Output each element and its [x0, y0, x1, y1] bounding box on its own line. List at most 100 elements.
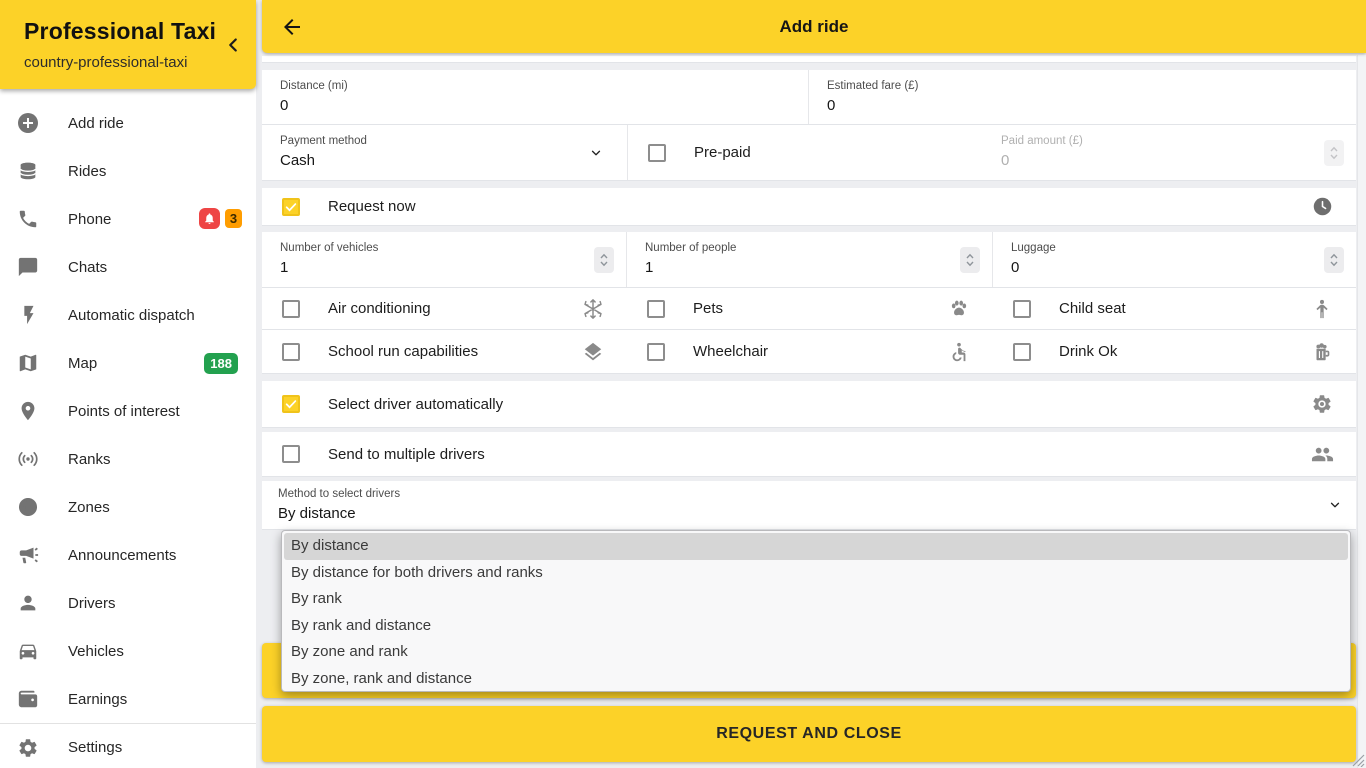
sidebar-item-announcements[interactable]: Announcements — [0, 531, 256, 579]
back-button[interactable] — [262, 0, 322, 53]
sidebar-item-label: Earnings — [68, 691, 127, 708]
auto-gear-icon — [1310, 392, 1334, 416]
distance-input[interactable]: 0 — [280, 97, 808, 114]
school-run-label: School run capabilities — [328, 343, 478, 360]
request-now-checkbox[interactable] — [282, 198, 300, 216]
estimated-fare-input[interactable]: 0 — [827, 97, 1356, 114]
beer-icon — [1310, 340, 1334, 364]
number-of-vehicles-stepper[interactable] — [594, 247, 614, 273]
sidebar-item-settings[interactable]: Settings — [0, 723, 256, 768]
add-circle-icon — [16, 111, 40, 135]
sidebar-item-drivers[interactable]: Drivers — [0, 579, 256, 627]
vertical-scrollbar[interactable] — [1357, 55, 1366, 768]
sidebar-item-automatic-dispatch[interactable]: Automatic dispatch — [0, 291, 256, 339]
number-of-vehicles-field[interactable]: Number of vehicles 1 — [262, 232, 627, 287]
number-of-people-field[interactable]: Number of people 1 — [627, 232, 993, 287]
sidebar-item-label: Phone — [68, 211, 111, 228]
chevron-down-icon — [1328, 498, 1342, 517]
sidebar-item-label: Points of interest — [68, 403, 180, 420]
send-to-multiple-drivers-checkbox[interactable] — [282, 445, 300, 463]
luggage-stepper[interactable] — [1324, 247, 1344, 273]
pre-paid-checkbox[interactable] — [648, 144, 666, 162]
luggage-field[interactable]: Luggage 0 — [993, 232, 1356, 287]
dropdown-option-by-distance-both[interactable]: By distance for both drivers and ranks — [282, 560, 1350, 587]
air-conditioning-label: Air conditioning — [328, 300, 431, 317]
payment-method-select[interactable]: Payment method Cash — [262, 125, 628, 180]
dropdown-option-by-zone-rank-distance[interactable]: By zone, rank and distance — [282, 666, 1350, 693]
pets-option: Pets — [627, 288, 993, 329]
scrolled-row-stub — [262, 56, 1356, 63]
pets-label: Pets — [693, 300, 723, 317]
sidebar-item-ranks[interactable]: Ranks — [0, 435, 256, 483]
bell-icon — [203, 212, 216, 225]
select-driver-automatically-checkbox[interactable] — [282, 395, 300, 413]
car-icon — [16, 639, 40, 663]
wheelchair-checkbox[interactable] — [647, 343, 665, 361]
luggage-input[interactable]: 0 — [1011, 259, 1356, 276]
row-options-1: Air conditioning Pets Child seat — [262, 288, 1356, 330]
sidebar-item-label: Zones — [68, 499, 110, 516]
sidebar-item-earnings[interactable]: Earnings — [0, 675, 256, 723]
distance-label: Distance (mi) — [280, 80, 808, 92]
air-conditioning-option: Air conditioning — [262, 288, 627, 329]
app-subtitle: country-professional-taxi — [24, 54, 187, 71]
request-and-close-button[interactable]: REQUEST AND CLOSE — [262, 706, 1356, 762]
child-seat-label: Child seat — [1059, 300, 1126, 317]
drink-ok-option: Drink Ok — [993, 330, 1356, 373]
drink-ok-checkbox[interactable] — [1013, 343, 1031, 361]
pre-paid-field: Pre-paid — [628, 125, 983, 180]
phone-count-badge: 3 — [225, 209, 242, 228]
method-label: Method to select drivers — [278, 488, 1356, 500]
dropdown-option-by-rank-and-distance[interactable]: By rank and distance — [282, 613, 1350, 640]
sidebar-item-label: Drivers — [68, 595, 116, 612]
dropdown-option-by-distance[interactable]: By distance — [284, 533, 1348, 560]
sidebar-item-points-of-interest[interactable]: Points of interest — [0, 387, 256, 435]
paid-amount-stepper — [1324, 140, 1344, 166]
estimated-fare-field[interactable]: Estimated fare (£) 0 — [809, 70, 1356, 124]
number-of-people-stepper[interactable] — [960, 247, 980, 273]
distance-field[interactable]: Distance (mi) 0 — [262, 70, 809, 124]
row-select-driver-auto: Select driver automatically — [262, 381, 1356, 428]
pets-checkbox[interactable] — [647, 300, 665, 318]
paid-amount-field: Paid amount (£) 0 — [983, 125, 1356, 180]
sidebar-nav: Add ride Rides Phone 3 Chats Automatic d… — [0, 99, 256, 768]
air-conditioning-checkbox[interactable] — [282, 300, 300, 318]
group-icon — [1310, 442, 1334, 466]
child-seat-checkbox[interactable] — [1013, 300, 1031, 318]
sidebar-item-vehicles[interactable]: Vehicles — [0, 627, 256, 675]
school-run-checkbox[interactable] — [282, 343, 300, 361]
sidebar-item-rides[interactable]: Rides — [0, 147, 256, 195]
sidebar-header: Professional Taxi country-professional-t… — [0, 0, 256, 89]
child-icon — [1310, 297, 1334, 321]
method-to-select-drivers-select[interactable]: Method to select drivers By distance — [262, 481, 1356, 530]
dropdown-option-by-zone-and-rank[interactable]: By zone and rank — [282, 639, 1350, 666]
sidebar-item-chats[interactable]: Chats — [0, 243, 256, 291]
location-pin-icon — [16, 399, 40, 423]
sidebar-item-map[interactable]: Map 188 — [0, 339, 256, 387]
number-of-vehicles-input[interactable]: 1 — [280, 259, 626, 276]
pre-paid-label: Pre-paid — [694, 144, 751, 161]
globe-icon — [16, 495, 40, 519]
bolt-icon — [16, 303, 40, 327]
sidebar-item-zones[interactable]: Zones — [0, 483, 256, 531]
sidebar-item-label: Vehicles — [68, 643, 124, 660]
notification-bell-badge — [199, 208, 220, 229]
resize-grip-icon[interactable] — [1347, 749, 1365, 767]
sidebar-item-add-ride[interactable]: Add ride — [0, 99, 256, 147]
payment-method-label: Payment method — [280, 135, 627, 147]
drink-ok-label: Drink Ok — [1059, 343, 1117, 360]
number-of-vehicles-label: Number of vehicles — [280, 242, 626, 254]
chat-icon — [16, 255, 40, 279]
sidebar-item-phone[interactable]: Phone 3 — [0, 195, 256, 243]
paw-icon — [947, 297, 971, 321]
arrow-left-icon — [280, 15, 304, 39]
sidebar-item-label: Chats — [68, 259, 107, 276]
database-icon — [16, 159, 40, 183]
number-of-people-input[interactable]: 1 — [645, 259, 992, 276]
phone-icon — [16, 207, 40, 231]
wheelchair-option: Wheelchair — [627, 330, 993, 373]
sidebar-collapse-button[interactable] — [222, 34, 244, 56]
gear-icon — [16, 736, 40, 760]
dropdown-option-by-rank[interactable]: By rank — [282, 586, 1350, 613]
map-icon — [16, 351, 40, 375]
